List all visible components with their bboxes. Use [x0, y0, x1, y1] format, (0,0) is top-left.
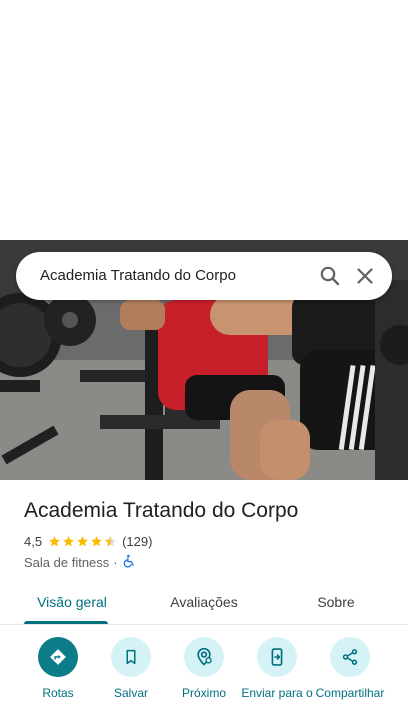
tab-about[interactable]: Sobre [290, 584, 382, 624]
send-to-phone-icon[interactable] [257, 637, 297, 677]
tab-bar: Visão geral Avaliações Sobre [0, 584, 408, 625]
active-tab-indicator [24, 621, 108, 624]
rating-value: 4,5 [24, 533, 43, 549]
action-buttons: Rotas Salvar Próximo Enviar para o Compa… [0, 637, 408, 720]
map-area-blank [0, 0, 408, 240]
tab-reviews[interactable]: Avaliações [156, 584, 252, 624]
directions-button[interactable]: Rotas [20, 637, 96, 701]
category-row: Sala de fitness · [24, 553, 136, 571]
half-star-icon [105, 535, 116, 546]
nearby-button[interactable]: Próximo [166, 637, 242, 701]
directions-icon[interactable] [38, 637, 78, 677]
tab-overview[interactable]: Visão geral [24, 584, 120, 624]
star-icon [63, 535, 74, 546]
star-icon [49, 535, 60, 546]
star-icon [77, 535, 88, 546]
search-query-text[interactable]: Academia Tratando do Corpo [40, 252, 236, 300]
close-icon[interactable] [353, 264, 377, 288]
wheelchair-accessible-icon [122, 554, 136, 571]
separator-dot: · [113, 554, 118, 570]
place-category: Sala de fitness [24, 554, 110, 570]
bookmark-icon[interactable] [111, 637, 151, 677]
action-label: Salvar [113, 686, 148, 700]
place-title: Academia Tratando do Corpo [24, 499, 299, 522]
review-count[interactable]: (129) [122, 534, 152, 549]
action-label: Rotas [42, 686, 74, 700]
nearby-icon[interactable] [184, 637, 224, 677]
search-icon[interactable] [318, 264, 342, 288]
search-bar[interactable]: Academia Tratando do Corpo [16, 252, 392, 300]
action-label: Enviar para o [241, 686, 313, 700]
star-rating [48, 535, 118, 548]
save-button[interactable]: Salvar [93, 637, 169, 701]
send-to-phone-button[interactable]: Enviar para o [239, 637, 315, 701]
share-icon[interactable] [330, 637, 370, 677]
action-label: Próximo [181, 686, 226, 700]
rating-row[interactable]: 4,5 (129) [24, 532, 152, 550]
share-button[interactable]: Compartilhar [311, 637, 389, 701]
action-label: Compartilhar [315, 686, 385, 700]
star-icon [91, 535, 102, 546]
